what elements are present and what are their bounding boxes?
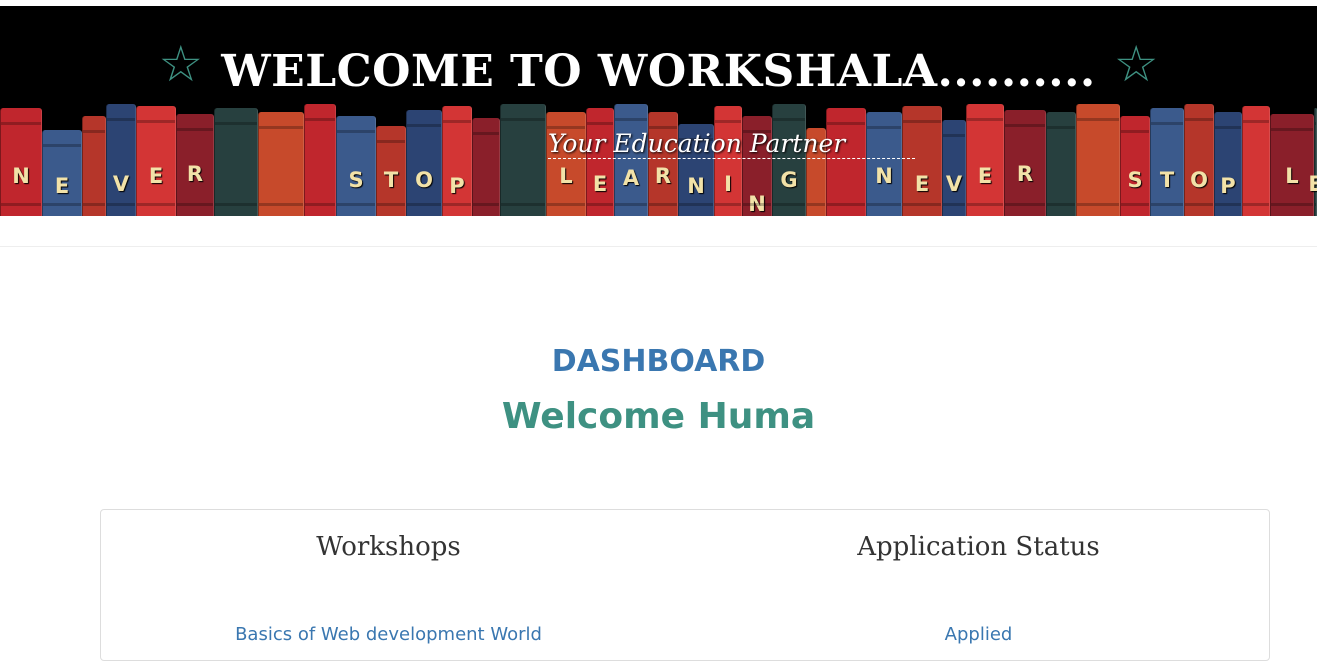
spine-letter: R [186,162,204,186]
spine-letter: N [687,174,705,198]
book-spine: N [866,112,902,216]
status-heading: Application Status [857,532,1100,562]
welcome-message: Welcome Huma [501,396,816,437]
book-spine: V [942,120,966,216]
spine-letter: I [724,172,732,196]
spine-letter: S [348,168,364,192]
spine-letter: T [383,168,399,192]
spine-letter: S [1127,168,1143,192]
book-spine: R [648,112,678,216]
workshops-column: Workshops Basics of Web development Worl… [101,510,676,660]
book-spine: P [442,106,472,216]
status-link[interactable]: Applied [686,624,1271,645]
dashboard-title: DASHBOARD [551,344,766,379]
spine-letter: E [1308,172,1317,196]
book-spine [500,104,546,216]
applications-panel: Workshops Basics of Web development Worl… [100,509,1270,661]
book-spine [214,108,258,216]
banner-heading: ☆ WELCOME TO WORKSHALA.......... ☆ [0,39,1317,98]
spine-letter: E [592,172,608,196]
book-spine: E [136,106,176,216]
book-spine: N [0,108,42,216]
workshops-heading: Workshops [316,532,461,562]
spine-letter: L [1285,164,1299,188]
spine-letter: V [945,172,963,196]
book-spine: I [714,106,742,216]
book-spine: O [1184,104,1214,216]
bookshelf-image: NEVERSTOPLEARNINGNEVERSTOPLE [0,104,1317,216]
divider [0,246,1317,247]
spine-letter: O [1190,168,1208,192]
spine-letter: N [748,192,766,216]
spine-letter: G [780,168,798,192]
site-title: WELCOME TO WORKSHALA.......... [221,46,1096,97]
book-spine [1046,112,1076,216]
star-icon: ☆ [158,34,204,93]
star-icon: ☆ [1113,34,1159,93]
spine-letter: O [415,168,433,192]
spine-letter: N [12,164,30,188]
book-spine [82,116,106,216]
book-spine: E [966,104,1004,216]
spine-letter: E [148,164,164,188]
book-spine: L [1270,114,1314,216]
spine-letter: P [449,174,465,198]
book-spine: R [1004,110,1046,216]
book-spine: O [406,110,442,216]
book-spine [826,108,866,216]
workshop-link[interactable]: Basics of Web development World [101,624,676,645]
book-spine: V [106,104,136,216]
book-spine [1242,106,1270,216]
book-spine [472,118,500,216]
spine-letter: E [914,172,930,196]
book-spine: S [1120,116,1150,216]
book-spine: T [1150,108,1184,216]
spine-letter: P [1220,174,1236,198]
status-column: Application Status Applied [686,510,1271,660]
tagline: Your Education Partner [548,129,916,159]
header-banner: ☆ WELCOME TO WORKSHALA.......... ☆ Your … [0,6,1317,216]
spine-letter: L [559,164,573,188]
spine-letter: R [1016,162,1034,186]
book-spine: R [176,114,214,216]
book-spine [258,112,304,216]
spine-letter: E [977,164,993,188]
book-spine: L [546,112,586,216]
book-spine: P [1214,112,1242,216]
book-spine [304,104,336,216]
book-spine: G [772,104,806,216]
spine-letter: R [654,164,672,188]
book-spine: T [376,126,406,216]
book-spine: E [586,108,614,216]
book-spine: A [614,104,648,216]
spine-letter: E [54,174,70,198]
spine-letter: T [1159,168,1175,192]
book-spine: S [336,116,376,216]
book-spine: E [42,130,82,216]
book-spine: E [902,106,942,216]
spine-letter: A [622,166,640,190]
book-spine [1076,104,1120,216]
spine-letter: N [875,164,893,188]
spine-letter: V [112,172,130,196]
